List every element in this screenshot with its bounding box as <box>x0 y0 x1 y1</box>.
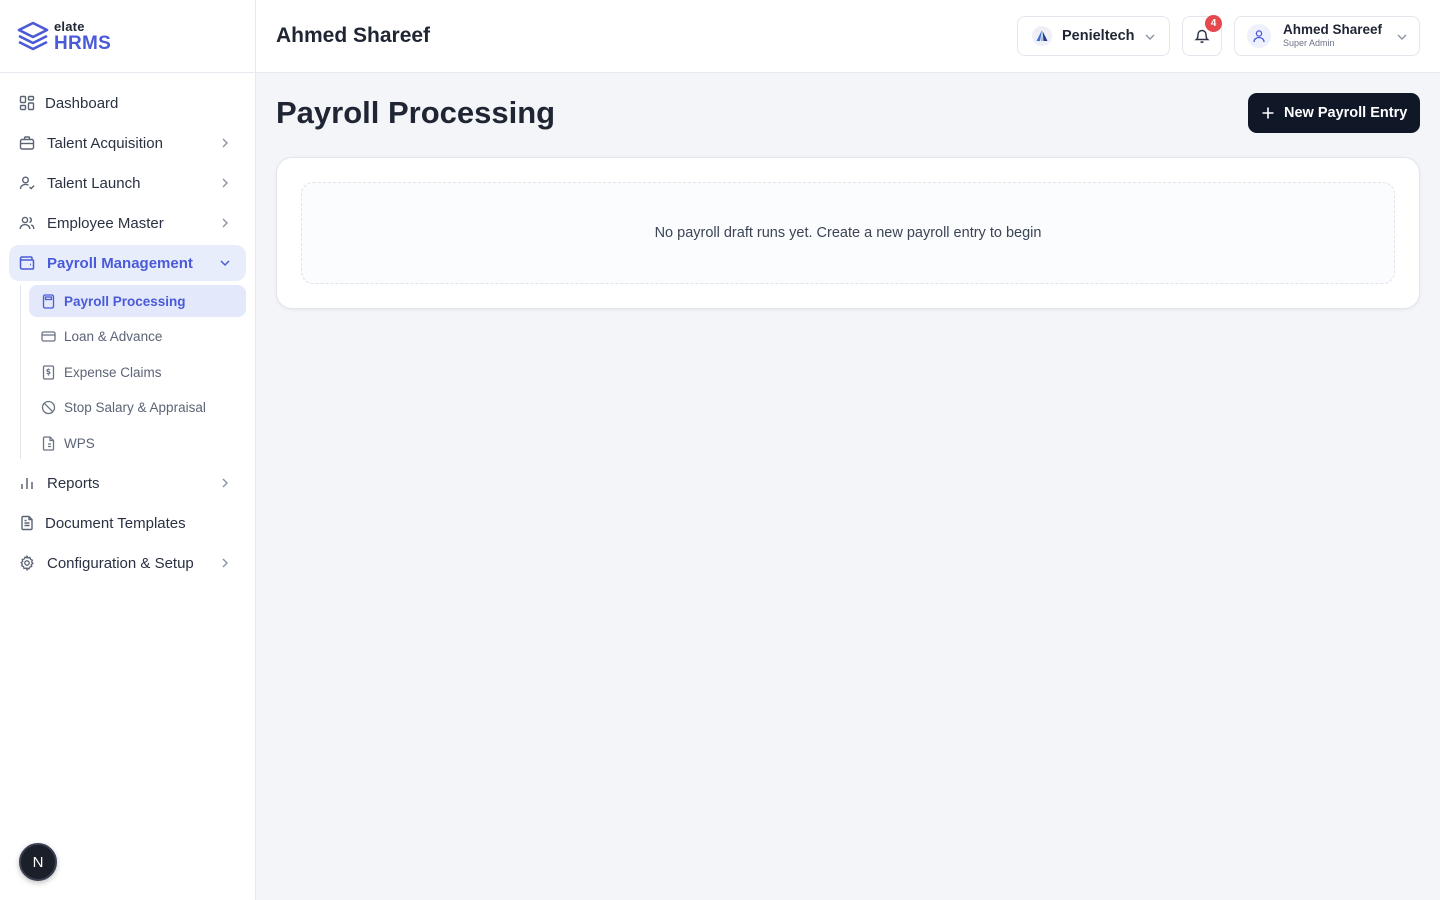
calculator-icon <box>41 293 56 309</box>
user-icon <box>1253 30 1265 43</box>
submenu-item-label: Loan & Advance <box>64 329 163 344</box>
payroll-runs-card: No payroll draft runs yet. Create a new … <box>276 157 1420 309</box>
wallet-icon <box>19 255 35 271</box>
sidebar-item-dashboard[interactable]: Dashboard <box>9 85 246 121</box>
submenu-item-label: Stop Salary & Appraisal <box>64 400 206 415</box>
sidebar-item-label: Reports <box>47 474 100 492</box>
chevron-right-icon <box>222 218 228 228</box>
chevron-right-icon <box>222 558 228 568</box>
chevron-right-icon <box>222 478 228 488</box>
notification-count-badge: 4 <box>1205 15 1222 32</box>
brand-name-big: HRMS <box>54 32 112 54</box>
submenu-item-payroll-processing[interactable]: Payroll Processing <box>29 285 246 317</box>
organization-select[interactable]: Penieltech <box>1017 16 1170 56</box>
empty-state-message: No payroll draft runs yet. Create a new … <box>654 225 1042 241</box>
briefcase-icon <box>19 135 35 151</box>
sidebar-item-label: Employee Master <box>47 214 164 232</box>
sidebar-nav: Dashboard Talent Acquisition Talent Laun… <box>0 73 255 581</box>
sidebar-item-label: Document Templates <box>45 514 186 532</box>
notifications-button[interactable]: 4 <box>1182 15 1222 56</box>
header-title: Ahmed Shareef <box>276 24 431 47</box>
chevron-down-icon <box>1397 34 1407 40</box>
payroll-submenu: Payroll Processing Loan & Advance Expens… <box>20 285 255 459</box>
brand-logo[interactable]: elate HRMS <box>0 0 255 73</box>
user-check-icon <box>19 175 35 191</box>
bar-chart-icon <box>19 475 35 491</box>
submenu-item-stop-salary-appraisal[interactable]: Stop Salary & Appraisal <box>29 392 246 424</box>
brand-name-small: elate <box>54 18 85 34</box>
sidebar: elate HRMS Dashboard Talent Acquisition … <box>0 0 256 900</box>
layers-logo-icon <box>17 21 49 51</box>
floating-n-button[interactable]: N <box>19 843 57 881</box>
user-role: Super Admin <box>1283 38 1335 48</box>
chevron-right-icon <box>222 138 228 148</box>
organization-logo-icon <box>1032 26 1052 46</box>
submenu-item-loan-advance[interactable]: Loan & Advance <box>29 321 246 353</box>
new-payroll-entry-button[interactable]: New Payroll Entry <box>1248 93 1420 133</box>
chevron-down-icon <box>1145 34 1155 40</box>
submenu-item-label: WPS <box>64 435 95 451</box>
sidebar-item-label: Talent Acquisition <box>47 134 163 152</box>
user-menu[interactable]: Ahmed Shareef Super Admin <box>1234 16 1420 56</box>
document-icon <box>19 515 35 531</box>
sidebar-item-talent-launch[interactable]: Talent Launch <box>9 165 246 201</box>
chevron-right-icon <box>222 178 228 188</box>
sidebar-item-label: Payroll Management <box>47 254 193 272</box>
submenu-item-label: Expense Claims <box>64 364 162 380</box>
sidebar-item-reports[interactable]: Reports <box>9 465 246 501</box>
sidebar-item-talent-acquisition[interactable]: Talent Acquisition <box>9 125 246 161</box>
sidebar-item-document-templates[interactable]: Document Templates <box>9 505 246 541</box>
users-icon <box>19 215 35 231</box>
sidebar-item-payroll-management[interactable]: Payroll Management <box>9 245 246 281</box>
submenu-item-label: Payroll Processing <box>64 293 186 309</box>
file-list-icon <box>41 435 56 451</box>
plus-icon <box>1262 107 1274 119</box>
receipt-icon <box>41 364 56 380</box>
user-name: Ahmed Shareef <box>1283 22 1383 37</box>
top-header: Ahmed Shareef Penieltech 4 Ahmed Shareef… <box>256 0 1440 73</box>
gear-icon <box>19 555 35 571</box>
empty-state: No payroll draft runs yet. Create a new … <box>301 182 1395 284</box>
dashboard-icon <box>19 95 35 111</box>
sidebar-item-label: Dashboard <box>45 94 119 112</box>
submenu-item-wps[interactable]: WPS <box>29 427 246 459</box>
avatar <box>1247 24 1271 48</box>
sidebar-item-label: Talent Launch <box>47 174 141 192</box>
ban-icon <box>41 400 56 415</box>
organization-name: Penieltech <box>1062 28 1135 44</box>
new-payroll-entry-label: New Payroll Entry <box>1284 105 1408 121</box>
sidebar-item-employee-master[interactable]: Employee Master <box>9 205 246 241</box>
sidebar-item-configuration-setup[interactable]: Configuration & Setup <box>9 545 246 581</box>
credit-card-icon <box>41 329 56 344</box>
page-title: Payroll Processing <box>276 95 556 130</box>
sidebar-item-label: Configuration & Setup <box>47 554 194 572</box>
submenu-item-expense-claims[interactable]: Expense Claims <box>29 356 246 388</box>
chevron-down-icon <box>220 260 230 267</box>
